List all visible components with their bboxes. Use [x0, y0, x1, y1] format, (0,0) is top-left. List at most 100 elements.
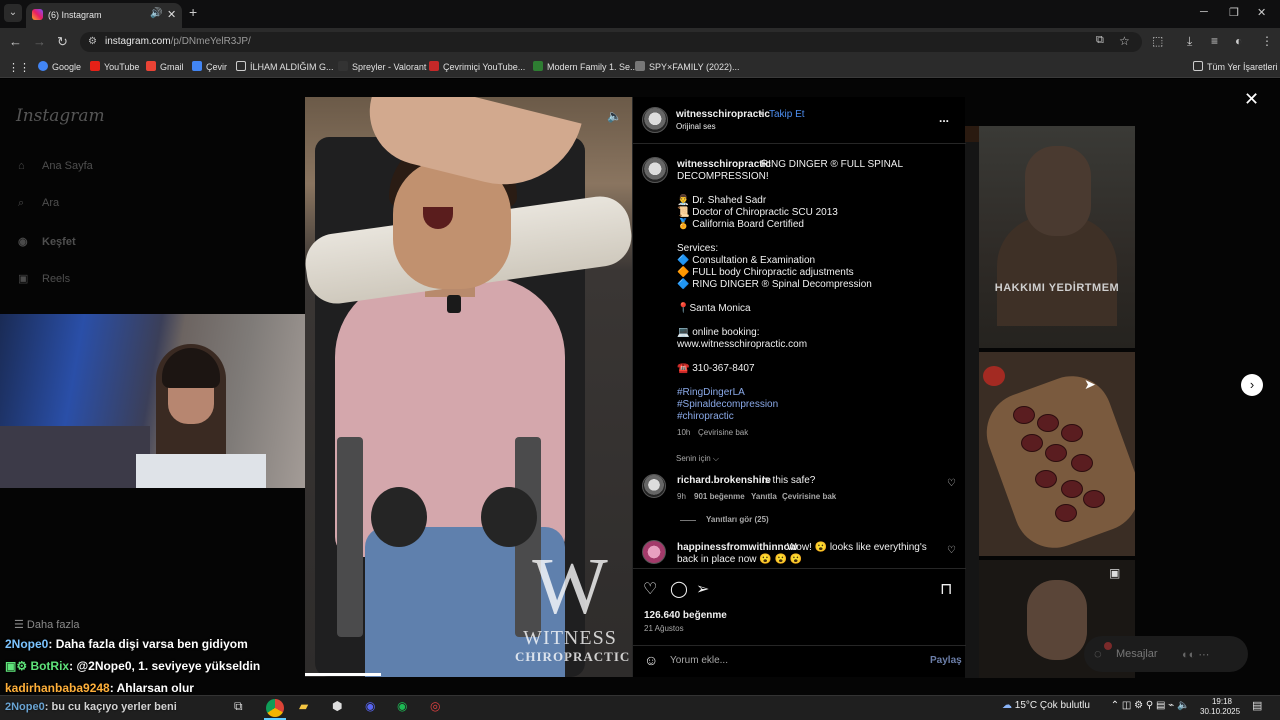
apps-icon[interactable]: ⋮⋮: [8, 61, 30, 74]
author-username[interactable]: witnesschiropractic: [676, 109, 770, 120]
notification-dot: [1104, 642, 1112, 650]
bookmark-translate[interactable]: Çevir: [192, 61, 227, 72]
nav-search[interactable]: ⌕ Ara: [18, 197, 59, 210]
comment-likes[interactable]: 901 beğenme: [694, 492, 745, 501]
nav-more[interactable]: ☰ Daha fazla: [14, 618, 80, 631]
tab-close-icon[interactable]: ✕: [167, 8, 176, 21]
caption-title: RING DINGER ® FULL SPINAL: [761, 159, 904, 170]
bookmark-google[interactable]: Google: [38, 61, 81, 72]
author-avatar[interactable]: [642, 107, 668, 133]
downloads-icon[interactable]: ⤓: [1187, 34, 1192, 49]
instagram-logo[interactable]: Instagram: [16, 106, 105, 126]
post-video[interactable]: W WITNESS CHIROPRACTIC 🔈: [305, 97, 632, 677]
bookmark-modern-family[interactable]: Modern Family 1. Se...: [533, 61, 638, 72]
media-control-icon[interactable]: ≡: [1211, 34, 1218, 48]
more-options-button[interactable]: ...: [939, 111, 949, 125]
clock[interactable]: 19:18 30.10.2025: [1200, 697, 1240, 717]
emoji-icon[interactable]: ☺: [644, 652, 658, 668]
chrome-taskbar-icon[interactable]: [266, 699, 284, 717]
site-icon: [533, 61, 543, 71]
youtube-icon: [90, 61, 100, 71]
new-tab-button[interactable]: +: [189, 4, 197, 20]
extensions-icon[interactable]: ⬚: [1152, 34, 1163, 48]
webcam-couch: [0, 426, 150, 488]
comment-reply-button[interactable]: Yanıtla: [751, 492, 777, 501]
commenter-avatar[interactable]: [642, 540, 666, 564]
mouse-cursor-icon: ➤: [1084, 376, 1096, 392]
messages-button[interactable]: ◌ Mesajlar ◐◐ ⋯: [1084, 636, 1248, 672]
close-modal-icon[interactable]: ✕: [1244, 89, 1259, 110]
tab-title: (6) Instagram: [48, 10, 102, 20]
like-icon[interactable]: ♡: [643, 579, 657, 599]
forward-icon[interactable]: →: [33, 34, 46, 49]
save-icon[interactable]: ⊓: [940, 579, 952, 599]
comment-like-icon[interactable]: ♡: [947, 478, 956, 489]
hashtag-link[interactable]: #chiropractic: [677, 411, 734, 422]
tab-search-button[interactable]: ⌄: [4, 4, 22, 22]
explore-thumbnail-food[interactable]: [979, 352, 1135, 556]
next-post-icon[interactable]: ›: [1241, 374, 1263, 396]
weather-icon: ☁: [1002, 700, 1012, 711]
bookmark-star-icon[interactable]: ☆: [1119, 34, 1130, 48]
bookmark-youtube[interactable]: YouTube: [90, 61, 139, 72]
all-bookmarks[interactable]: Tüm Yer İşaretleri: [1193, 61, 1278, 72]
install-app-icon[interactable]: ⧉: [1096, 34, 1104, 47]
nav-reels[interactable]: ▣ Reels: [18, 272, 70, 285]
restore-icon[interactable]: ❐: [1229, 6, 1239, 19]
comment-icon[interactable]: ◯: [670, 579, 688, 599]
thumbnail-food-slice: [1021, 434, 1043, 452]
view-replies-button[interactable]: Yanıtları gör (25): [706, 515, 769, 524]
app-icon[interactable]: ⬢: [332, 699, 342, 713]
weather-text[interactable]: 15°C Çok bulutlu: [1015, 700, 1090, 711]
video-watermark: W WITNESS CHIROPRACTIC: [515, 543, 631, 664]
audio-label[interactable]: Orijinal ses: [676, 122, 716, 131]
caption-link[interactable]: www.witnesschiropractic.com: [677, 339, 807, 350]
bookmark-online-youtube[interactable]: Çevrimiçi YouTube...: [429, 61, 525, 72]
comment-filter-dropdown[interactable]: Senin için ⌵: [676, 454, 719, 464]
explore-thumbnail-man[interactable]: HAKKIMI YEDİRTMEM: [979, 126, 1135, 348]
back-icon[interactable]: ←: [9, 34, 22, 49]
comment-username[interactable]: richard.brokenshire: [677, 475, 771, 486]
tab-instagram[interactable]: (6) Instagram 🔊 ✕: [26, 3, 182, 28]
commenter-avatar[interactable]: [642, 474, 666, 498]
discord-icon[interactable]: ◉: [365, 699, 375, 713]
comment-username[interactable]: happinessfromwithinnow: [677, 542, 798, 553]
post-comment-button[interactable]: Paylaş: [930, 655, 962, 666]
spotify-icon[interactable]: ◉: [397, 699, 407, 713]
volume-icon[interactable]: 🔈: [607, 109, 622, 123]
minimize-icon[interactable]: ─: [1200, 6, 1208, 18]
tray-icons[interactable]: ⌃ ◫ ⚙ ⚲ ▤ ⌁ 🔈: [1111, 700, 1190, 711]
tab-audio-icon[interactable]: 🔊: [150, 8, 162, 19]
address-bar[interactable]: ⚙ instagram.com/p/DNmeYelR3JP/: [80, 32, 1142, 52]
bookmark-spy-family[interactable]: SPY×FAMILY (2022)...: [635, 61, 739, 72]
hashtag-link[interactable]: #RingDingerLA: [677, 387, 745, 398]
share-icon[interactable]: ➢: [696, 579, 709, 599]
comment-like-icon[interactable]: ♡: [947, 545, 956, 556]
file-explorer-icon[interactable]: ▰: [299, 699, 308, 713]
nav-home[interactable]: ⌂ Ana Sayfa: [18, 160, 93, 172]
hashtag-link[interactable]: #Spinaldecompression: [677, 399, 778, 410]
caption-username[interactable]: witnesschiropractic: [677, 159, 771, 170]
caption-phone: ☎️ 310-367-8407: [677, 363, 755, 374]
caption-translate-link[interactable]: Çevirisine bak: [698, 428, 748, 437]
reload-icon[interactable]: ↻: [57, 34, 68, 50]
nav-explore[interactable]: ◉ Keşfet: [18, 235, 76, 248]
site-info-icon[interactable]: ⚙: [88, 36, 97, 47]
task-view-icon[interactable]: ⧉: [234, 699, 243, 714]
actions-divider: [633, 568, 966, 569]
obs-icon[interactable]: ◎: [430, 699, 440, 713]
video-progress-bar[interactable]: [305, 673, 381, 676]
bookmark-gmail[interactable]: Gmail: [146, 61, 184, 72]
comment-translate-link[interactable]: Çevirisine bak: [782, 492, 836, 501]
follow-button[interactable]: Takip Et: [769, 109, 805, 120]
caption-avatar[interactable]: [642, 157, 668, 183]
video-disk-left: [371, 487, 427, 547]
chrome-menu-icon[interactable]: ⋮: [1261, 34, 1273, 48]
likes-count[interactable]: 126.640 beğenme: [644, 610, 727, 621]
bookmark-folder-ilham[interactable]: İLHAM ALDIĞIM G...: [236, 61, 334, 72]
notifications-icon[interactable]: ▤: [1252, 699, 1262, 712]
bookmark-valorant[interactable]: Spreyler - Valorant: [338, 61, 426, 72]
comment-input[interactable]: Yorum ekle...: [670, 655, 728, 666]
window-close-icon[interactable]: ✕: [1257, 6, 1266, 19]
profile-icon[interactable]: ◐: [1235, 34, 1242, 48]
